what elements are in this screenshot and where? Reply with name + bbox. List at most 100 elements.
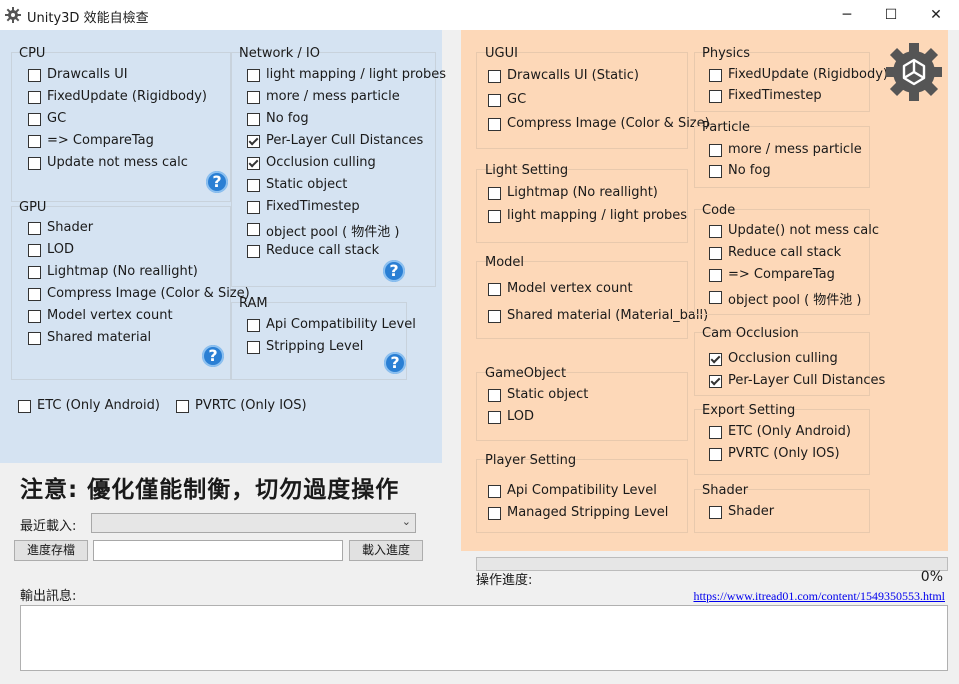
checkbox-label: light mapping / light probes [266, 67, 447, 82]
checkbox-label: Occlusion culling [266, 155, 376, 170]
checkbox-box[interactable] [488, 411, 501, 424]
checkbox-box[interactable] [247, 201, 260, 214]
recent-load-dropdown[interactable]: ⌄ [91, 513, 416, 533]
checkbox-box[interactable] [247, 91, 260, 104]
checkbox-box[interactable] [709, 90, 722, 103]
checkbox-label: PVRTC (Only IOS) [195, 398, 307, 413]
checkbox-label: object pool ( 物件池 ) [266, 225, 400, 240]
checkbox-label: Lightmap (No reallight) [47, 264, 198, 279]
checkbox-box[interactable] [488, 210, 501, 223]
help-icon[interactable]: ? [384, 352, 406, 374]
checkbox-box[interactable] [247, 179, 260, 192]
checkbox-label: Reduce call stack [266, 243, 380, 258]
checkbox-box[interactable] [709, 291, 722, 304]
checkbox-box[interactable] [709, 506, 722, 519]
help-icon[interactable]: ? [206, 171, 228, 193]
checkbox-box[interactable] [709, 69, 722, 82]
cam-occlusion-group: Cam Occlusion Occlusion culling Per-Layer… [694, 326, 885, 396]
checkbox-label: Lightmap (No reallight) [507, 185, 658, 200]
checkbox-box[interactable] [28, 222, 41, 235]
checkbox-label: FixedTimestep [728, 88, 822, 103]
checkbox-box[interactable] [709, 225, 722, 238]
checkbox-label: Shader [728, 504, 775, 519]
checkbox-label: Per-Layer Cull Distances [728, 373, 886, 388]
group-title: Model [485, 255, 525, 270]
checkbox-box[interactable] [247, 113, 260, 126]
reference-link[interactable]: https://www.itread01.com/content/1549350… [693, 589, 945, 604]
checkbox-box[interactable] [709, 269, 722, 282]
checkbox-box[interactable] [28, 113, 41, 126]
gpu-group: GPU Shader LOD Lightmap (No reallight) Comp… [11, 200, 250, 380]
checkbox-box[interactable] [709, 144, 722, 157]
checkbox-box[interactable] [247, 341, 260, 354]
help-icon[interactable]: ? [383, 260, 405, 282]
left-panel: CPU Drawcalls UI FixedUpdate (Rigidbody) G… [0, 30, 446, 463]
checkbox-box[interactable] [709, 426, 722, 439]
checkbox-label: Drawcalls UI [47, 67, 128, 82]
checkbox-label: FixedUpdate (Rigidbody) [728, 67, 888, 82]
checkbox-box[interactable] [488, 94, 501, 107]
checkbox-box[interactable] [28, 332, 41, 345]
load-progress-button[interactable]: 載入進度 [349, 540, 423, 561]
checkbox-box[interactable] [709, 448, 722, 461]
checkbox-box[interactable] [247, 135, 260, 148]
checkbox-label: GC [47, 111, 67, 126]
save-progress-button[interactable]: 進度存檔 [14, 540, 88, 561]
checkbox-box[interactable] [488, 118, 501, 131]
checkbox-box[interactable] [18, 400, 31, 413]
checkbox-label: Update not mess calc [47, 155, 188, 170]
checkbox-box[interactable] [709, 353, 722, 366]
checkbox-box[interactable] [488, 283, 501, 296]
checkbox-box[interactable] [709, 165, 722, 178]
checkbox-box[interactable] [247, 223, 260, 236]
checkbox-box[interactable] [28, 266, 41, 279]
network-io-group: Network / IO light mapping / light probe… [231, 46, 446, 287]
checkbox-box[interactable] [28, 244, 41, 257]
checkbox-label: Drawcalls UI (Static) [507, 68, 639, 83]
checkbox-box[interactable] [28, 69, 41, 82]
gameobject-group: GameObject Static object LOD [476, 366, 688, 441]
checkbox-box[interactable] [28, 288, 41, 301]
window-title: Unity3D 效能自檢查 [27, 11, 149, 26]
checkbox-label: PVRTC (Only IOS) [728, 446, 840, 461]
cpu-group: CPU Drawcalls UI FixedUpdate (Rigidbody) G… [11, 46, 231, 202]
checkbox-box[interactable] [247, 157, 260, 170]
checkbox-box[interactable] [488, 389, 501, 402]
checkbox-label: light mapping / light probes [507, 208, 688, 223]
output-textarea[interactable] [20, 605, 948, 671]
save-name-input[interactable] [93, 540, 343, 561]
group-title: GameObject [485, 366, 567, 381]
checkbox-box[interactable] [28, 157, 41, 170]
checkbox-box[interactable] [28, 135, 41, 148]
checkbox-box[interactable] [28, 91, 41, 104]
maximize-button[interactable]: ☐ [868, 0, 914, 30]
checkbox-box[interactable] [488, 485, 501, 498]
output-label: 輸出訊息: [20, 589, 77, 604]
checkbox-box[interactable] [488, 507, 501, 520]
model-group: Model Model vertex count Shared material … [476, 255, 708, 339]
help-icon[interactable]: ? [202, 345, 224, 367]
close-button[interactable]: ✕ [913, 0, 959, 30]
checkbox-box[interactable] [28, 310, 41, 323]
checkbox-box[interactable] [176, 400, 189, 413]
checkbox-box[interactable] [247, 245, 260, 258]
group-title: CPU [19, 46, 46, 61]
checkbox-box[interactable] [709, 375, 722, 388]
checkbox-box[interactable] [709, 247, 722, 260]
physics-group: Physics FixedUpdate (Rigidbody) FixedTime… [694, 46, 888, 112]
progress-percent: 0% [920, 569, 943, 585]
group-title: Player Setting [485, 453, 577, 468]
checkbox-box[interactable] [247, 319, 260, 332]
group-title: RAM [239, 296, 268, 311]
minimize-button[interactable]: ─ [824, 0, 870, 30]
checkbox-box[interactable] [488, 310, 501, 323]
checkbox-label: object pool ( 物件池 ) [728, 293, 862, 308]
right-panel: UGUI Drawcalls UI (Static) GC Compress Ima… [461, 30, 948, 551]
checkbox-box[interactable] [488, 70, 501, 83]
checkbox-label: Model vertex count [47, 308, 173, 323]
export-setting-group: Export Setting ETC (Only Android) PVRTC (… [694, 403, 870, 475]
checkbox-label: No fog [728, 163, 771, 178]
checkbox-box[interactable] [488, 187, 501, 200]
checkbox-box[interactable] [247, 69, 260, 82]
checkbox-label: Shared material (Material_ball) [507, 308, 709, 323]
